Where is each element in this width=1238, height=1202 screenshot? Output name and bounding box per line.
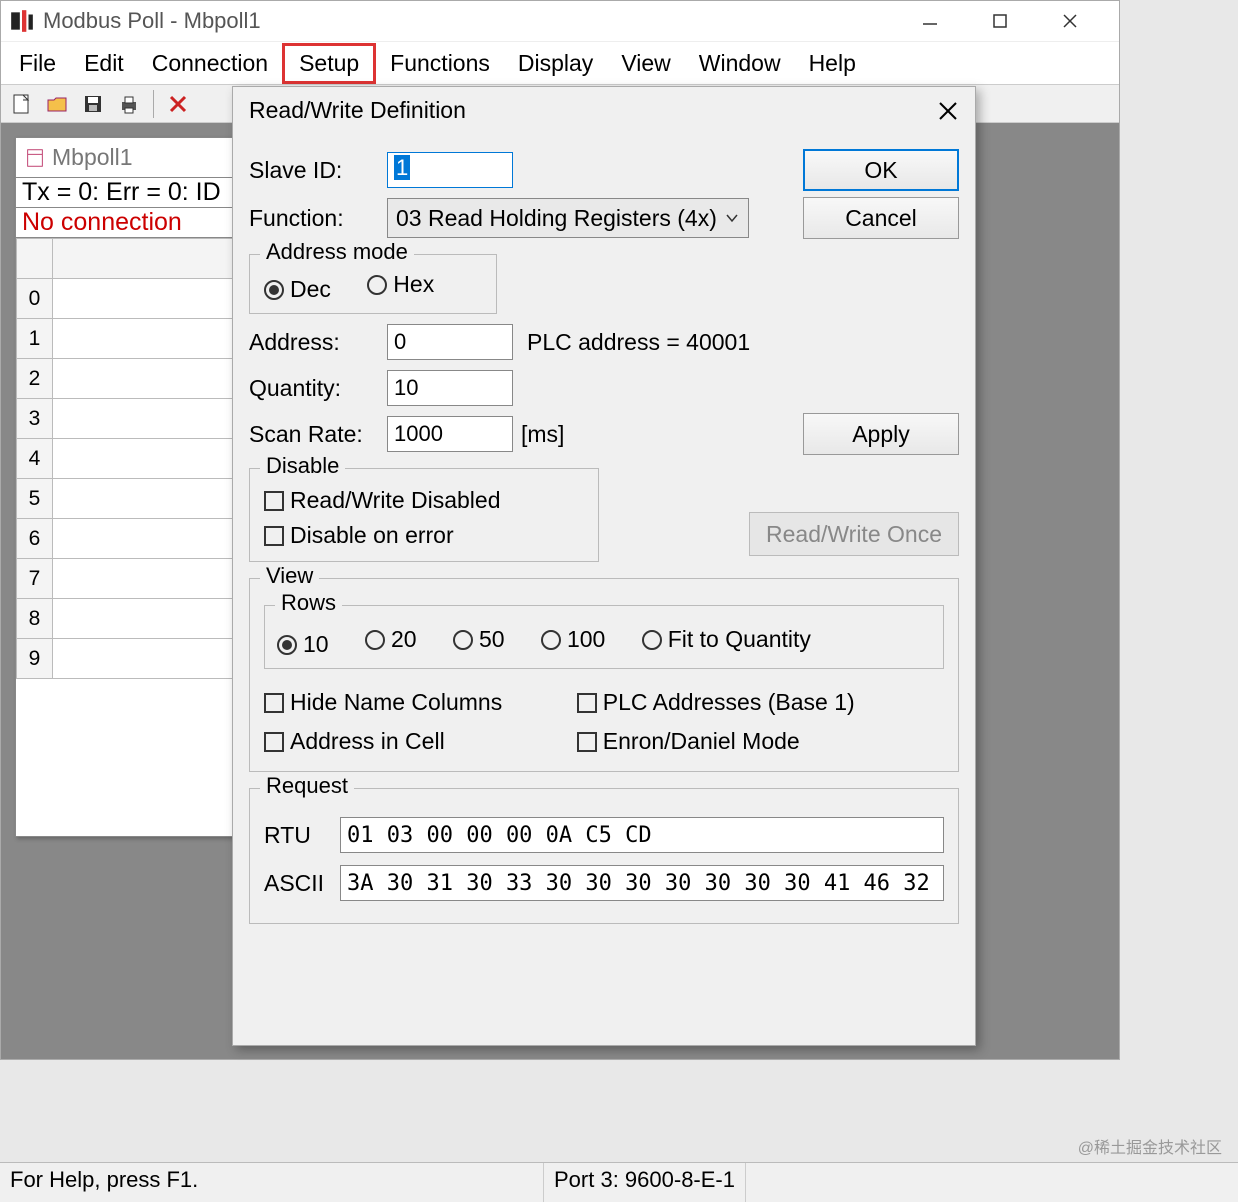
row-header: 0 <box>17 279 53 319</box>
chevron-down-icon <box>724 210 740 226</box>
function-label: Function: <box>249 205 373 232</box>
delete-icon[interactable] <box>164 90 192 118</box>
row-header: 4 <box>17 439 53 479</box>
view-legend: View <box>260 563 319 589</box>
doc-icon <box>24 147 46 169</box>
radio-rows-10[interactable]: 10 <box>277 631 329 658</box>
radio-rows-50[interactable]: 50 <box>453 626 505 653</box>
check-plc-addresses[interactable]: PLC Addresses (Base 1) <box>577 689 890 716</box>
disable-legend: Disable <box>260 453 345 479</box>
row-header: 8 <box>17 599 53 639</box>
menu-setup[interactable]: Setup <box>282 43 376 84</box>
cancel-button[interactable]: Cancel <box>803 197 959 239</box>
window-title: Modbus Poll - Mbpoll1 <box>43 8 261 34</box>
row-header: 7 <box>17 559 53 599</box>
save-icon[interactable] <box>79 90 107 118</box>
check-hide-name-columns[interactable]: Hide Name Columns <box>264 689 577 716</box>
maximize-button[interactable] <box>991 12 1031 30</box>
address-mode-legend: Address mode <box>260 239 414 265</box>
open-icon[interactable] <box>43 90 71 118</box>
menu-window[interactable]: Window <box>685 46 795 81</box>
function-selected: 03 Read Holding Registers (4x) <box>396 205 717 232</box>
dialog-close-icon[interactable] <box>937 100 959 122</box>
scan-rate-input[interactable] <box>387 416 513 452</box>
quantity-label: Quantity: <box>249 375 373 402</box>
row-header: 3 <box>17 399 53 439</box>
read-write-definition-dialog: Read/Write Definition Slave ID: 1 OK Fun… <box>232 86 976 1046</box>
print-icon[interactable] <box>115 90 143 118</box>
check-address-in-cell[interactable]: Address in Cell <box>264 728 577 755</box>
menu-display[interactable]: Display <box>504 46 607 81</box>
titlebar: Modbus Poll - Mbpoll1 <box>1 1 1119 41</box>
rtu-value[interactable] <box>340 817 944 853</box>
status-port: Port 3: 9600-8-E-1 <box>544 1163 746 1202</box>
row-header: 5 <box>17 479 53 519</box>
menu-file[interactable]: File <box>5 46 70 81</box>
status-help: For Help, press F1. <box>0 1163 544 1202</box>
slave-id-input[interactable]: 1 <box>387 152 513 188</box>
function-dropdown[interactable]: 03 Read Holding Registers (4x) <box>387 198 749 238</box>
check-enron-daniel[interactable]: Enron/Daniel Mode <box>577 728 890 755</box>
address-input[interactable] <box>387 324 513 360</box>
read-write-once-button[interactable]: Read/Write Once <box>749 512 959 556</box>
ascii-value[interactable] <box>340 865 944 901</box>
row-header: 2 <box>17 359 53 399</box>
plc-address-text: PLC address = 40001 <box>527 329 750 356</box>
scan-rate-label: Scan Rate: <box>249 421 373 448</box>
apply-button[interactable]: Apply <box>803 413 959 455</box>
ms-unit: [ms] <box>521 421 564 448</box>
row-header: 6 <box>17 519 53 559</box>
row-header: 9 <box>17 639 53 679</box>
statusbar: For Help, press F1. Port 3: 9600-8-E-1 <box>0 1162 1238 1202</box>
request-legend: Request <box>260 773 354 799</box>
row-header: 1 <box>17 319 53 359</box>
rows-legend: Rows <box>275 590 342 616</box>
check-rw-disabled[interactable]: Read/Write Disabled <box>264 487 584 514</box>
ascii-label: ASCII <box>264 870 340 897</box>
close-button[interactable] <box>1061 12 1101 30</box>
menu-edit[interactable]: Edit <box>70 46 138 81</box>
watermark: @稀土掘金技术社区 <box>1078 1134 1222 1158</box>
child-title-text: Mbpoll1 <box>52 144 133 171</box>
radio-dec[interactable]: Dec <box>264 276 331 303</box>
menubar: File Edit Connection Setup Functions Dis… <box>1 41 1119 85</box>
menu-connection[interactable]: Connection <box>138 46 282 81</box>
quantity-input[interactable] <box>387 370 513 406</box>
radio-rows-fit[interactable]: Fit to Quantity <box>642 626 811 653</box>
ok-button[interactable]: OK <box>803 149 959 191</box>
dialog-title: Read/Write Definition <box>249 97 466 124</box>
slave-id-label: Slave ID: <box>249 157 373 184</box>
radio-hex[interactable]: Hex <box>367 271 434 298</box>
minimize-button[interactable] <box>921 12 961 30</box>
menu-view[interactable]: View <box>607 46 684 81</box>
radio-rows-20[interactable]: 20 <box>365 626 417 653</box>
rtu-label: RTU <box>264 822 340 849</box>
address-label: Address: <box>249 329 373 356</box>
radio-rows-100[interactable]: 100 <box>541 626 605 653</box>
menu-help[interactable]: Help <box>795 46 870 81</box>
app-icon <box>9 8 35 34</box>
menu-functions[interactable]: Functions <box>376 46 504 81</box>
new-icon[interactable] <box>7 90 35 118</box>
check-disable-on-error[interactable]: Disable on error <box>264 522 584 549</box>
